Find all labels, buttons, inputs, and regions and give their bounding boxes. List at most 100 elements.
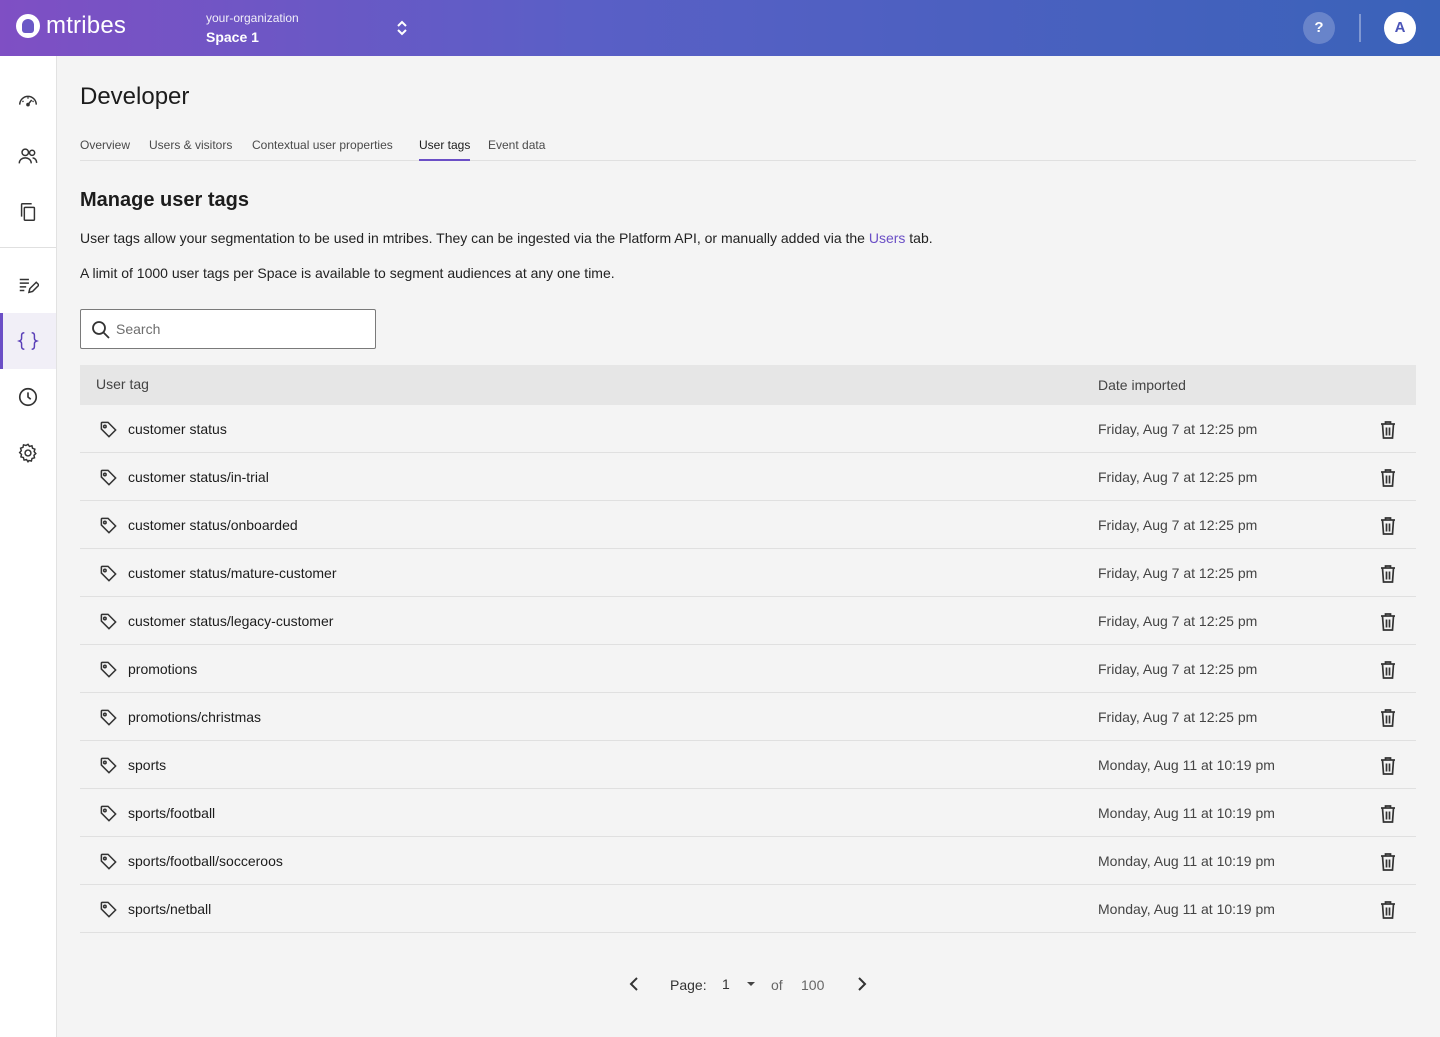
chevron-left-icon[interactable]: [624, 974, 644, 994]
tab-users-visitors[interactable]: Users & visitors: [149, 138, 232, 161]
space-switcher[interactable]: your-organization Space 1: [206, 11, 299, 46]
trash-icon[interactable]: [1377, 851, 1399, 873]
logo[interactable]: mtribes: [16, 13, 126, 39]
sidebar-item-experiences[interactable]: [0, 184, 56, 240]
date-imported: Friday, Aug 7 at 12:25 pm: [1098, 469, 1258, 485]
table-row[interactable]: customer status/legacy-customer Friday, A…: [80, 597, 1416, 645]
pagination: Page: 1 of 100: [80, 968, 1416, 1000]
people-icon: [18, 148, 38, 164]
user-tag-name: customer status: [128, 421, 227, 437]
top-bar: mtribes your-organization Space 1 ? A: [0, 0, 1440, 56]
tag-icon: [100, 421, 117, 438]
search-input[interactable]: [116, 319, 366, 339]
trash-icon[interactable]: [1377, 755, 1399, 777]
unfold-icon[interactable]: [394, 18, 410, 38]
sidebar-item-dashboard[interactable]: [0, 72, 56, 128]
description-text-part: User tags allow your segmentation to be …: [80, 230, 869, 246]
table-row[interactable]: customer status/in-trial Friday, Aug 7 at…: [80, 453, 1416, 501]
mtribes-logo-icon: [16, 14, 40, 38]
edit-notes-icon: [19, 278, 39, 294]
trash-icon[interactable]: [1377, 611, 1399, 633]
trash-icon[interactable]: [1377, 419, 1399, 441]
table-row[interactable]: sports/football/socceroos Monday, Aug 11 …: [80, 837, 1416, 885]
date-imported: Friday, Aug 7 at 12:25 pm: [1098, 565, 1258, 581]
current-page: 1: [722, 976, 730, 992]
table-row[interactable]: promotions Friday, Aug 7 at 12:25 pm: [80, 645, 1416, 693]
user-tag-name: sports/football/socceroos: [128, 853, 283, 869]
trash-icon[interactable]: [1377, 467, 1399, 489]
user-tag-name: sports/football: [128, 805, 216, 821]
user-tag-name: customer status/legacy-customer: [128, 613, 334, 629]
tab-bar: Overview Users & visitors Contextual use…: [80, 136, 1416, 161]
table-row[interactable]: customer status Friday, Aug 7 at 12:25 pm: [80, 405, 1416, 453]
sidebar-divider: [0, 247, 56, 248]
date-imported: Friday, Aug 7 at 12:25 pm: [1098, 661, 1258, 677]
trash-icon[interactable]: [1377, 659, 1399, 681]
header-divider: [1359, 14, 1361, 42]
copy-icon: [20, 203, 36, 221]
search-icon: [92, 321, 110, 339]
trash-icon[interactable]: [1377, 899, 1399, 921]
sidebar-item-content[interactable]: [0, 257, 56, 313]
limit-text: A limit of 1000 user tags per Space is a…: [80, 265, 615, 281]
tab-event-data[interactable]: Event data: [488, 138, 545, 161]
date-imported: Monday, Aug 11 at 10:19 pm: [1098, 853, 1275, 869]
gear-icon: [18, 443, 37, 463]
table-row[interactable]: sports/netball Monday, Aug 11 at 10:19 pm: [80, 885, 1416, 933]
tag-icon: [100, 901, 117, 918]
description-text: User tags allow your segmentation to be …: [80, 229, 933, 247]
user-tags-table: User tag Date imported customer status Fr…: [80, 365, 1416, 933]
trash-icon[interactable]: [1377, 563, 1399, 585]
table-row[interactable]: customer status/mature-customer Friday, A…: [80, 549, 1416, 597]
page-of-label: of: [771, 977, 783, 993]
table-row[interactable]: customer status/onboarded Friday, Aug 7 a…: [80, 501, 1416, 549]
tag-icon: [100, 853, 117, 870]
trash-icon[interactable]: [1377, 707, 1399, 729]
date-imported: Friday, Aug 7 at 12:25 pm: [1098, 517, 1258, 533]
user-tag-name: customer status/onboarded: [128, 517, 298, 533]
tab-user-tags[interactable]: User tags: [419, 138, 471, 161]
column-header-user-tag[interactable]: User tag: [96, 376, 149, 392]
date-imported: Monday, Aug 11 at 10:19 pm: [1098, 901, 1275, 917]
trash-icon[interactable]: [1377, 515, 1399, 537]
sidebar-item-users[interactable]: [0, 128, 56, 184]
table-row[interactable]: promotions/christmas Friday, Aug 7 at 12:…: [80, 693, 1416, 741]
user-tag-name: sports: [128, 757, 167, 773]
search-box: [80, 309, 376, 349]
total-pages: 100: [801, 977, 825, 993]
table-header: User tag Date imported: [80, 365, 1416, 405]
user-tag-name: customer status/mature-customer: [128, 565, 337, 581]
dashboard-gauge-icon: [19, 95, 37, 107]
tab-contextual-user-properties[interactable]: Contextual user properties: [252, 138, 393, 161]
sidebar-item-developer[interactable]: [0, 313, 56, 369]
table-body: customer status Friday, Aug 7 at 12:25 pm…: [80, 405, 1416, 933]
date-imported: Monday, Aug 11 at 10:19 pm: [1098, 805, 1275, 821]
tag-icon: [100, 517, 117, 534]
description-text-part: tab.: [905, 230, 933, 246]
tag-icon: [100, 709, 117, 726]
table-row[interactable]: sports Monday, Aug 11 at 10:19 pm: [80, 741, 1416, 789]
tab-overview[interactable]: Overview: [80, 138, 130, 161]
organization-name: your-organization: [206, 11, 299, 25]
space-name: Space 1: [206, 29, 259, 45]
table-row[interactable]: sports/football Monday, Aug 11 at 10:19 p…: [80, 789, 1416, 837]
section-title: Manage user tags: [80, 189, 249, 211]
users-link[interactable]: Users: [869, 230, 906, 246]
avatar[interactable]: A: [1384, 12, 1416, 44]
date-imported: Friday, Aug 7 at 12:25 pm: [1098, 709, 1258, 725]
page-label: Page:: [670, 977, 707, 993]
tag-icon: [100, 469, 117, 486]
clock-icon: [18, 387, 38, 407]
sidebar-item-settings[interactable]: [0, 425, 56, 481]
user-tag-name: promotions: [128, 661, 198, 677]
tag-icon: [100, 565, 117, 582]
trash-icon[interactable]: [1377, 803, 1399, 825]
chevron-right-icon[interactable]: [852, 974, 872, 994]
column-header-date-imported[interactable]: Date imported: [1098, 377, 1186, 393]
help-button[interactable]: ?: [1303, 12, 1335, 44]
user-tag-name: customer status/in-trial: [128, 469, 269, 485]
date-imported: Monday, Aug 11 at 10:19 pm: [1098, 757, 1275, 773]
page-select[interactable]: 1: [722, 976, 762, 994]
sidebar-item-history[interactable]: [0, 369, 56, 425]
tag-icon: [100, 757, 117, 774]
